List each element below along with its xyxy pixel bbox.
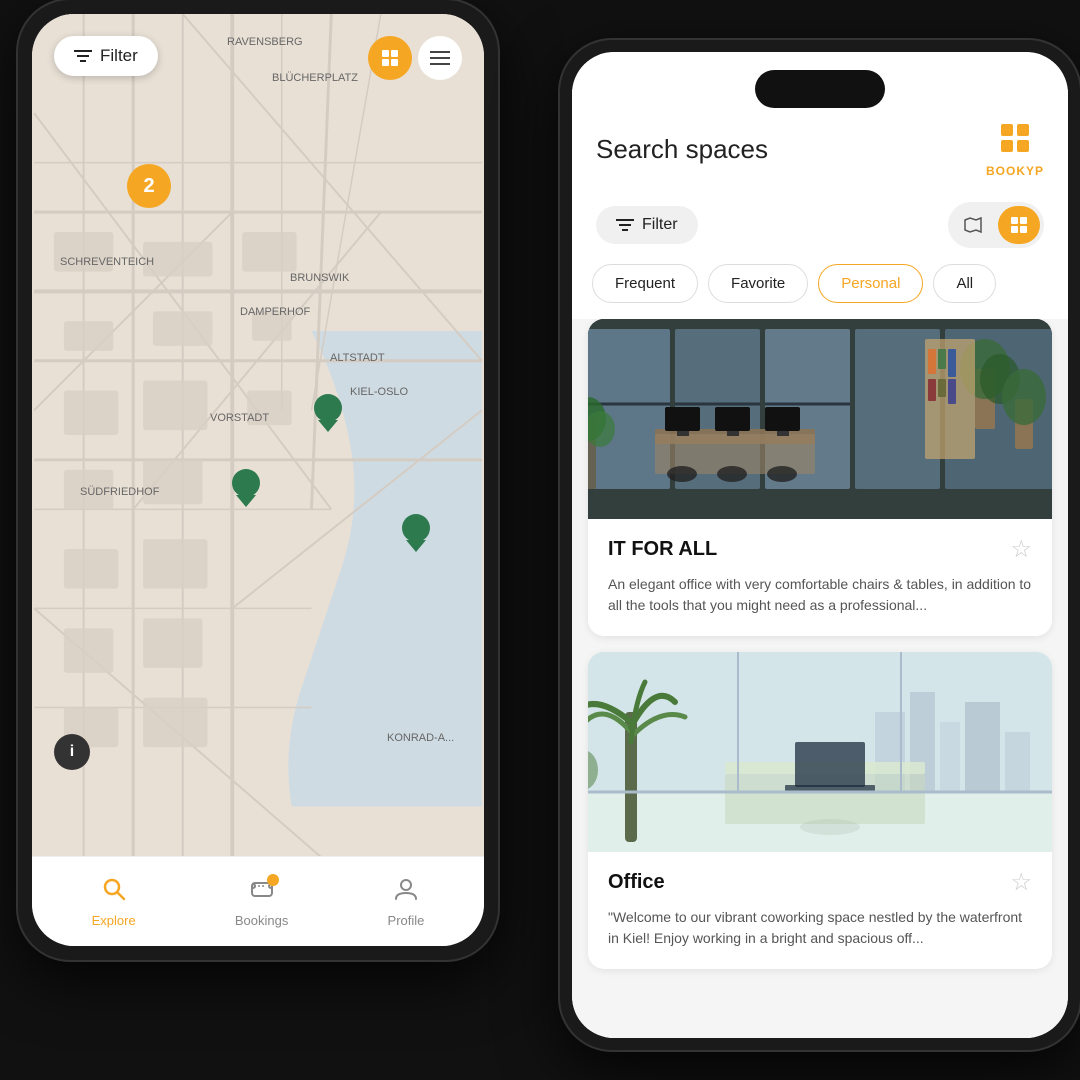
map-view-btn[interactable]	[368, 36, 412, 80]
map-pin-3[interactable]	[400, 514, 432, 557]
profile-icon	[393, 876, 419, 909]
grid-view-btn[interactable]	[418, 36, 462, 80]
space-image-0	[588, 319, 1052, 519]
map-area[interactable]: RAVENSBERG BLÜCHERPLATZ SCHREVENTEICH BR…	[32, 14, 484, 866]
tab-favorite[interactable]: Favorite	[708, 264, 808, 303]
map-label-blucherplatz: BLÜCHERPLATZ	[272, 72, 358, 84]
grid-view-btn-right[interactable]	[998, 206, 1040, 244]
map-label-ravensberg: RAVENSBERG	[227, 36, 303, 48]
map-label-konrad: KONRAD-A...	[387, 732, 454, 744]
left-phone-screen: RAVENSBERG BLÜCHERPLATZ SCHREVENTEICH BR…	[32, 14, 484, 946]
space-name-1: Office	[608, 871, 665, 894]
map-label-sudfriedhof: SÜDFRIEDHOF	[80, 486, 159, 498]
bottom-nav: Explore Bookings	[32, 856, 484, 946]
map-view-btn-right[interactable]	[952, 206, 994, 244]
map-label-brunswik: BRUNSWIK	[290, 272, 349, 284]
bookyp-logo: BOOKYP	[986, 120, 1044, 178]
tab-frequent[interactable]: Frequent	[592, 264, 698, 303]
map-label-vorstadt: VORSTADT	[210, 412, 269, 424]
tab-personal[interactable]: Personal	[818, 264, 923, 303]
map-label-kiel-oslo: KIEL-OSLO	[350, 386, 408, 398]
space-desc-0: An elegant office with very comfortable …	[608, 574, 1032, 616]
map-label-schreventeich: SCHREVENTEICH	[60, 256, 154, 268]
spaces-list[interactable]: IT FOR ALL ☆ An elegant office with very…	[572, 319, 1068, 1038]
favorite-btn-0[interactable]: ☆	[1010, 535, 1032, 564]
favorite-btn-1[interactable]: ☆	[1010, 868, 1032, 897]
space-desc-1: "Welcome to our vibrant coworking space …	[608, 907, 1032, 949]
logo-icon	[997, 120, 1033, 164]
space-image-1	[588, 652, 1052, 852]
view-toggle-left	[368, 36, 462, 80]
tab-all[interactable]: All	[933, 264, 996, 303]
map-label-damperhof: DAMPERHOF	[240, 306, 310, 318]
search-icon	[101, 876, 127, 909]
cluster-badge[interactable]: 2	[127, 164, 171, 208]
nav-explore[interactable]: Explore	[92, 876, 136, 928]
view-toggle-right	[948, 202, 1044, 248]
ticket-icon	[249, 876, 275, 909]
filter-button-left[interactable]: Filter	[54, 36, 158, 76]
right-content: Search spaces BOOKYP	[572, 52, 1068, 1038]
scene: RAVENSBERG BLÜCHERPLATZ SCHREVENTEICH BR…	[0, 0, 1080, 1080]
space-info-0: IT FOR ALL ☆ An elegant office with very…	[588, 519, 1052, 636]
info-button[interactable]: i	[54, 734, 90, 770]
filter-label: Filter	[642, 216, 678, 234]
dynamic-island	[755, 70, 885, 108]
space-info-1: Office ☆ "Welcome to our vibrant coworki…	[588, 852, 1052, 969]
booking-badge-dot	[267, 874, 279, 886]
space-card-1[interactable]: Office ☆ "Welcome to our vibrant coworki…	[588, 652, 1052, 969]
map-label-altstadt: ALTSTADT	[330, 352, 385, 364]
logo-text: BOOKYP	[986, 164, 1044, 178]
toolbar: Filter	[572, 194, 1068, 256]
space-card-0[interactable]: IT FOR ALL ☆ An elegant office with very…	[588, 319, 1052, 636]
space-title-row-1: Office ☆	[608, 868, 1032, 897]
map-pin-1[interactable]	[312, 394, 344, 437]
nav-profile[interactable]: Profile	[388, 876, 425, 928]
nav-bookings[interactable]: Bookings	[235, 876, 288, 928]
right-phone-screen: Search spaces BOOKYP	[572, 52, 1068, 1038]
space-title-row-0: IT FOR ALL ☆	[608, 535, 1032, 564]
map-pin-2[interactable]	[230, 469, 262, 512]
right-phone: Search spaces BOOKYP	[560, 40, 1080, 1050]
space-name-0: IT FOR ALL	[608, 538, 717, 561]
filter-button-right[interactable]: Filter	[596, 206, 698, 244]
filter-tabs: Frequent Favorite Personal All	[572, 256, 1068, 319]
left-phone: RAVENSBERG BLÜCHERPLATZ SCHREVENTEICH BR…	[18, 0, 498, 960]
search-title: Search spaces	[596, 134, 768, 165]
